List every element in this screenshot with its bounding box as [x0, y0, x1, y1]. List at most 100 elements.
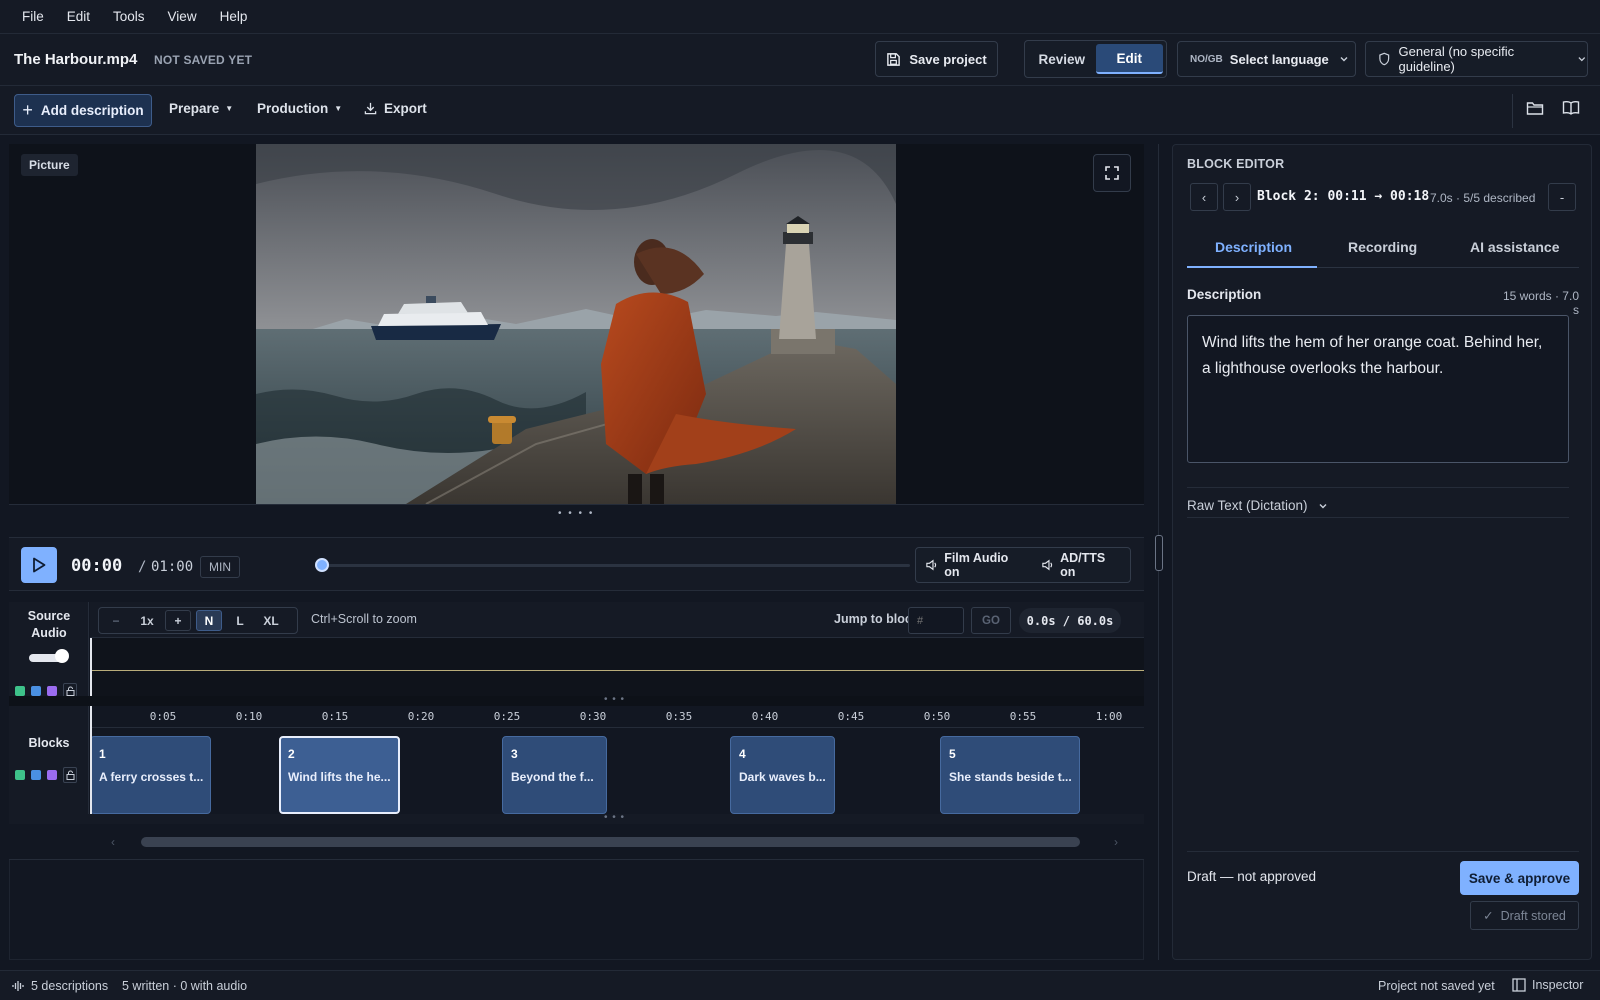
save-project-button[interactable]: Save project	[875, 41, 998, 77]
block-number: 4	[739, 747, 746, 761]
prepare-menu[interactable]: Prepare ▼	[169, 101, 233, 116]
jump-to-block-input[interactable]	[908, 607, 964, 634]
descriptions-count-label: 5 descriptions	[31, 979, 109, 993]
description-block-5[interactable]: 5 She stands beside t...	[940, 736, 1080, 814]
menu-tools[interactable]: Tools	[113, 9, 145, 24]
panel-resize-handle[interactable]	[1155, 535, 1163, 571]
language-select[interactable]: NO/GB Select language	[1177, 41, 1356, 77]
description-textarea[interactable]: Wind lifts the hem of her orange coat. B…	[1187, 315, 1569, 463]
source-audio-label-line1: Source	[27, 609, 71, 623]
purple-swatch[interactable]	[47, 686, 57, 696]
menu-file[interactable]: File	[22, 9, 44, 24]
zoom-speed[interactable]: 1x	[134, 610, 160, 631]
waveform-area[interactable]	[90, 638, 1144, 696]
zoom-in-button[interactable]: +	[165, 610, 191, 631]
go-button[interactable]: GO	[971, 607, 1011, 634]
source-audio-track: Source Audio − 1x + N L XL Ctrl+Scroll t…	[9, 602, 1144, 699]
zoom-bar: − 1x + N L XL Ctrl+Scroll to zoom Jump t…	[90, 602, 1144, 638]
lock-icon[interactable]	[63, 767, 77, 783]
save-icon	[887, 52, 901, 66]
track-resize-handle[interactable]: • • •	[9, 694, 1144, 706]
film-audio-toggle[interactable]: Film Audio on	[926, 551, 1022, 579]
play-button[interactable]	[21, 547, 57, 583]
picture-resize-handle[interactable]: • • • •	[9, 504, 1144, 534]
add-description-button[interactable]: + Add description	[14, 94, 152, 127]
blue-swatch[interactable]	[31, 686, 41, 696]
zoom-controls: − 1x + N L XL	[98, 607, 298, 634]
guide-book-button[interactable]	[1562, 100, 1580, 116]
scrollbar-thumb[interactable]	[141, 837, 1080, 847]
menu-edit[interactable]: Edit	[67, 9, 90, 24]
timeline-scrollbar[interactable]: ‹ ›	[9, 824, 1144, 860]
video-frame[interactable]	[256, 144, 896, 504]
guideline-select[interactable]: General (no specific guideline)	[1365, 41, 1588, 77]
size-l-button[interactable]: L	[227, 610, 253, 631]
scroll-right-icon[interactable]: ›	[1114, 835, 1118, 849]
blocks-label: Blocks	[28, 736, 70, 750]
file-title: The Harbour.mp4	[14, 51, 138, 68]
save-approve-button[interactable]: Save & approve	[1460, 861, 1579, 895]
raw-text-toggle[interactable]: Raw Text (Dictation)	[1187, 498, 1328, 513]
playhead[interactable]	[90, 638, 92, 696]
timeline-ruler[interactable]: 0:05 0:10 0:15 0:20 0:25 0:30 0:35 0:40 …	[90, 706, 1144, 728]
ruler-tick: 0:10	[235, 710, 263, 723]
divider	[1187, 851, 1579, 852]
grip-dots-icon: • • •	[604, 812, 626, 823]
next-block-button[interactable]: ›	[1223, 183, 1251, 211]
zoom-out-button[interactable]: −	[103, 610, 129, 631]
fullscreen-button[interactable]	[1093, 154, 1131, 192]
size-n-button[interactable]: N	[196, 610, 222, 631]
chevron-down-icon	[1340, 57, 1348, 62]
source-audio-header: Source Audio	[9, 602, 89, 699]
ad-tts-label: AD/TTS on	[1060, 551, 1106, 579]
editor-tabs: Description Recording AI assistance	[1187, 229, 1579, 268]
previous-block-button[interactable]: ‹	[1190, 183, 1218, 211]
ad-tts-toggle[interactable]: AD/TTS on	[1042, 551, 1120, 579]
blue-swatch[interactable]	[31, 770, 41, 780]
green-swatch[interactable]	[15, 770, 25, 780]
volume-slider-handle[interactable]	[55, 649, 69, 663]
block-text: Dark waves b...	[739, 770, 826, 784]
description-block-4[interactable]: 4 Dark waves b...	[730, 736, 835, 814]
description-block-1[interactable]: 1 A ferry crosses t...	[90, 736, 211, 814]
menu-help[interactable]: Help	[220, 9, 248, 24]
ruler-tick: 0:50	[923, 710, 951, 723]
inspector-button[interactable]: Inspector	[1512, 978, 1583, 992]
scrubber-handle[interactable]	[315, 558, 329, 572]
caret-down-icon: ▼	[334, 104, 343, 113]
review-mode-button[interactable]: Review	[1028, 44, 1096, 74]
blocks-lane[interactable]: 1 A ferry crosses t... 2 Wind lifts the …	[90, 706, 1144, 814]
tab-recording[interactable]: Recording	[1348, 239, 1417, 255]
size-xl-button[interactable]: XL	[258, 610, 284, 631]
export-button[interactable]: Export	[364, 101, 427, 116]
chevron-down-icon	[1578, 57, 1586, 62]
production-menu[interactable]: Production ▼	[257, 101, 342, 116]
playhead[interactable]	[90, 706, 92, 814]
timeline-resize-handle[interactable]: • • •	[9, 812, 1144, 824]
source-audio-label-line2: Audio	[31, 626, 67, 640]
shield-icon	[1379, 52, 1390, 66]
chevron-down-icon	[1319, 503, 1327, 508]
scrubber-track[interactable]	[321, 564, 910, 567]
time-format-badge[interactable]: MIN	[200, 556, 240, 578]
description-block-3[interactable]: 3 Beyond the f...	[502, 736, 607, 814]
description-block-2[interactable]: 2 Wind lifts the he...	[279, 736, 400, 814]
green-swatch[interactable]	[15, 686, 25, 696]
download-icon	[364, 102, 377, 115]
scroll-left-icon[interactable]: ‹	[111, 835, 115, 849]
menu-view[interactable]: View	[168, 9, 197, 24]
chevron-right-icon: ›	[1234, 189, 1240, 205]
tab-description[interactable]: Description	[1215, 239, 1292, 255]
purple-swatch[interactable]	[47, 770, 57, 780]
menu-bar: File Edit Tools View Help	[0, 0, 1600, 34]
description-stats: 15 words · 7.0 s	[1502, 289, 1579, 317]
draft-stored-button[interactable]: ✓ Draft stored	[1470, 901, 1579, 930]
tab-ai-assistance[interactable]: AI assistance	[1470, 239, 1560, 255]
export-label: Export	[384, 101, 427, 116]
open-folder-button[interactable]	[1526, 100, 1544, 116]
check-icon: ✓	[1483, 909, 1494, 923]
block-number: 3	[511, 747, 518, 761]
picture-label: Picture	[21, 154, 78, 176]
collapse-button[interactable]: -	[1548, 183, 1576, 211]
edit-mode-button[interactable]: Edit	[1095, 44, 1163, 74]
